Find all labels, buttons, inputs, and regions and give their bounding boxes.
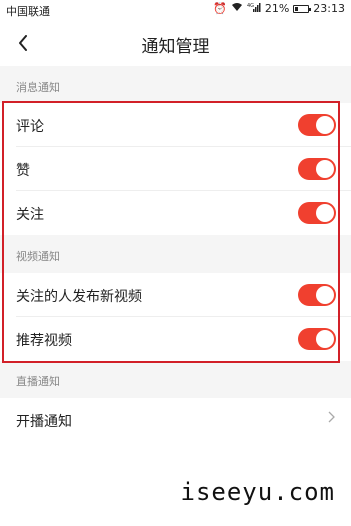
toggle-knob — [316, 330, 334, 348]
page-title: 通知管理 — [141, 37, 210, 57]
battery-percent: 21% — [264, 2, 290, 15]
toggle-follow[interactable] — [298, 202, 336, 224]
section-header-label: 消息通知 — [16, 81, 60, 94]
chevron-right-icon — [328, 411, 335, 427]
toggle-recommended-video[interactable] — [298, 328, 336, 350]
status-icons: ⏰ 4G 21% 23:13 — [213, 2, 345, 16]
setting-row-comment: 评论 — [0, 103, 351, 147]
setting-row-live-start[interactable]: 开播通知 — [0, 398, 351, 442]
setting-label: 开播通知 — [16, 414, 72, 430]
toggle-like[interactable] — [298, 158, 336, 180]
carrier-name: 中国联通 — [6, 5, 50, 18]
toggle-knob — [316, 160, 334, 178]
toggle-knob — [316, 286, 334, 304]
toggle-knob — [316, 204, 334, 222]
setting-row-follow: 关注 — [0, 191, 351, 235]
setting-label: 推荐视频 — [16, 333, 72, 349]
toggle-knob — [316, 116, 334, 134]
setting-label: 关注 — [16, 207, 44, 223]
toggle-followed-new-video[interactable] — [298, 284, 336, 306]
section-header-label: 直播通知 — [16, 375, 60, 388]
status-time: 23:13 — [313, 2, 345, 15]
alarm-icon: ⏰ — [213, 2, 227, 15]
status-bar: 中国联通 ⏰ 4G 21% 23:13 — [0, 0, 351, 20]
toggle-comment[interactable] — [298, 114, 336, 136]
setting-row-recommended-video: 推荐视频 — [0, 317, 351, 361]
signal-icon: 4G — [247, 2, 261, 16]
section-header-label: 视频通知 — [16, 250, 60, 263]
setting-row-followed-new-video: 关注的人发布新视频 — [0, 273, 351, 317]
section-header-message: 消息通知 — [0, 66, 351, 102]
setting-label: 赞 — [16, 163, 30, 179]
nav-bar: 通知管理 — [0, 20, 351, 66]
section-header-video: 视频通知 — [0, 235, 351, 273]
setting-label: 评论 — [16, 119, 44, 135]
wifi-icon — [231, 2, 243, 16]
battery-icon — [293, 5, 312, 13]
setting-label: 关注的人发布新视频 — [16, 289, 142, 305]
section-header-live: 直播通知 — [0, 361, 351, 398]
svg-text:4G: 4G — [247, 3, 254, 9]
battery-level — [295, 7, 299, 11]
watermark-text: iseeyu.com — [180, 478, 335, 506]
setting-row-like: 赞 — [0, 147, 351, 191]
